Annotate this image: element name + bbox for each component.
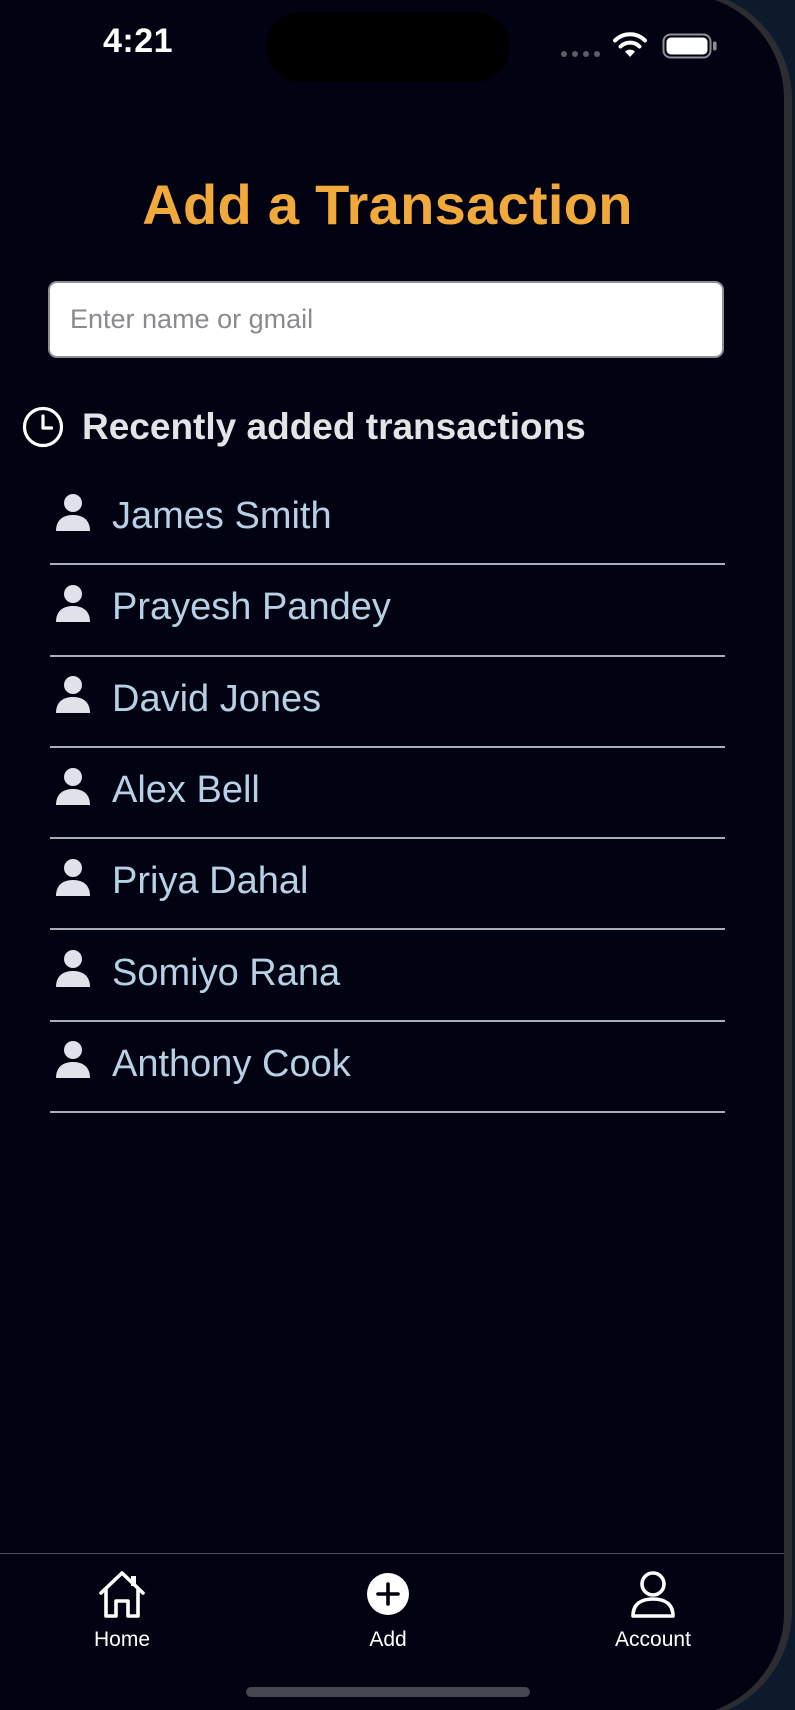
tab-home-label: Home [93, 1628, 151, 1651]
list-item[interactable]: Alex Bell [50, 748, 725, 840]
clock-icon [22, 406, 64, 448]
person-icon [56, 858, 90, 896]
list-item-name: David Jones [112, 677, 322, 720]
plus-circle-icon [367, 1573, 409, 1615]
person-icon [56, 1041, 90, 1079]
list-item-name: Anthony Cook [112, 1042, 351, 1085]
list-item[interactable]: Prayesh Pandey [50, 565, 725, 657]
cellular-signal-icon [561, 51, 600, 57]
status-time: 4:21 [103, 22, 174, 60]
wifi-icon [613, 32, 647, 57]
list-item[interactable]: Priya Dahal [50, 839, 725, 931]
home-indicator [246, 1687, 530, 1697]
person-icon [56, 676, 90, 714]
battery-icon [662, 33, 717, 59]
tab-add-label: Add [369, 1628, 407, 1651]
list-item-name: Prayesh Pandey [112, 586, 391, 629]
list-item[interactable]: David Jones [50, 657, 725, 748]
list-item[interactable]: James Smith [50, 474, 725, 566]
phone-screen: 4:21 Add a Transaction Enter name or gma… [0, 0, 784, 1710]
tab-account-label: Account [615, 1628, 691, 1651]
list-item[interactable]: Somiyo Rana [50, 930, 725, 1022]
list-item-name: James Smith [112, 495, 332, 538]
person-icon [56, 767, 90, 805]
page-title: Add a Transaction [142, 173, 633, 236]
person-icon [56, 493, 90, 531]
tab-add[interactable]: Add [318, 1566, 458, 1666]
phone-device: 4:21 Add a Transaction Enter name or gma… [0, 0, 795, 1710]
user-outline-icon [631, 1571, 675, 1618]
person-icon [56, 584, 90, 622]
search-input[interactable] [48, 281, 724, 358]
list-item-name: Somiyo Rana [112, 951, 341, 994]
list-item-name: Priya Dahal [112, 860, 309, 903]
screen-content: 4:21 Add a Transaction Enter name or gma… [0, 0, 784, 1710]
recent-transactions-list: James Smith Prayesh Pandey David Jones A… [50, 474, 725, 1114]
recent-transactions-header: Recently added transactions [22, 406, 586, 448]
list-item-name: Alex Bell [112, 769, 260, 812]
section-title: Recently added transactions [82, 406, 586, 447]
person-icon [56, 950, 90, 988]
list-item[interactable]: Anthony Cook [50, 1022, 725, 1114]
tab-account[interactable]: Account [583, 1566, 723, 1666]
home-icon [99, 1571, 145, 1618]
dynamic-island [266, 12, 510, 82]
tab-home[interactable]: Home [52, 1566, 192, 1666]
